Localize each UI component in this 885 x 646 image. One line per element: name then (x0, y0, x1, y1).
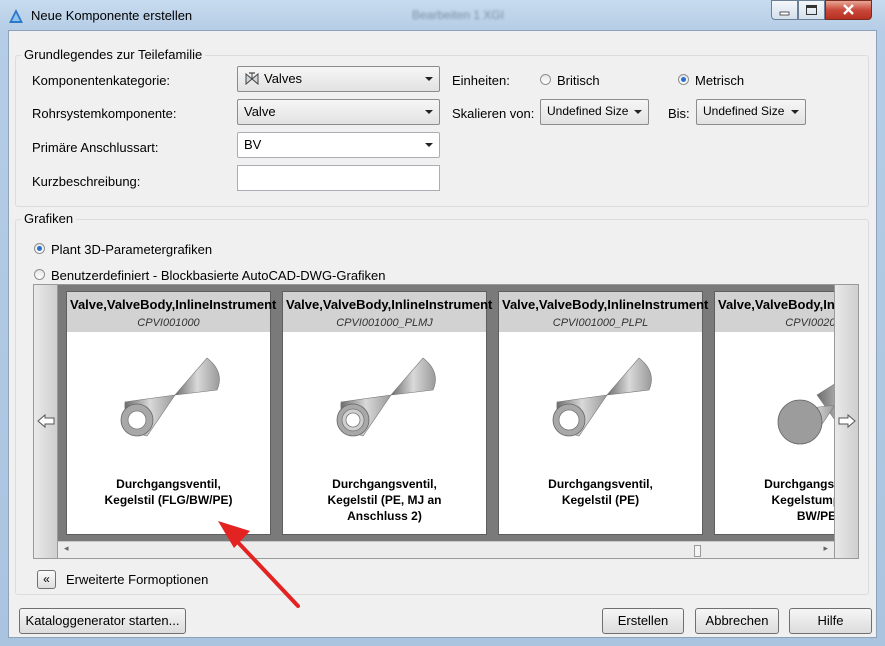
dialog-body: Grundlegendes zur Teilefamilie Komponent… (8, 30, 877, 638)
double-chevron-left-icon: « (43, 572, 50, 586)
card-desc-line: Durchgangsventil, (332, 477, 437, 491)
gallery-card[interactable]: Valve,ValveBody,InlineInstrument CPVI001… (66, 291, 276, 535)
title-bar[interactable]: Neue Komponente erstellen Bearbeiten 1 X… (0, 0, 885, 30)
gallery-card[interactable]: Valve,ValveBody,InlineInstrument CPVI001… (282, 291, 492, 535)
valve-3d-icon (552, 357, 652, 437)
piping-component-value: Valve (244, 104, 276, 119)
card-header: Valve,ValveBody,InlineInstrument CPVI001… (283, 292, 492, 332)
minimize-icon (779, 11, 790, 16)
valve-3d-icon (777, 384, 834, 445)
chevron-down-icon (425, 143, 433, 147)
cancel-button[interactable]: Abbrechen (695, 608, 779, 634)
gallery-track: Valve,ValveBody,InlineInstrument CPVI001… (58, 285, 834, 541)
valve-3d-icon (120, 357, 220, 437)
scroll-right-icon[interactable]: ▸ (823, 543, 828, 554)
app-icon (9, 9, 23, 23)
card-desc-line: Kegelstil (FLG/BW/PE) (104, 493, 233, 507)
category-value: Valves (264, 71, 303, 86)
gallery-scrollbar[interactable]: ◂ ▸ (58, 541, 834, 558)
create-button[interactable]: Erstellen (602, 608, 684, 634)
scroll-thumb[interactable] (694, 545, 701, 557)
card-description: Durchgangsventil, Kegelstumpfstil BW/PE (715, 476, 834, 524)
piping-component-dropdown[interactable]: Valve (237, 99, 440, 125)
card-title: Valve,ValveBody,InlineInstrument (286, 297, 493, 312)
card-title: Valve,ValveBody,InlineInstrument (502, 297, 709, 312)
british-label[interactable]: Britisch (557, 73, 600, 88)
dialog-window: Neue Komponente erstellen Bearbeiten 1 X… (0, 0, 885, 646)
custom-dwg-label[interactable]: Benutzerdefiniert - Blockbasierte AutoCA… (51, 268, 386, 283)
card-desc-line: Durchgangsventil, (764, 477, 834, 491)
card-desc-line: Kegelstil (PE, MJ an (327, 493, 442, 507)
card-header: Valve,ValveBody,InlineInstrument CPVI001… (67, 292, 276, 332)
card-title: Valve,ValveBody,InlineInstrument (70, 297, 277, 312)
card-code: CPVI001000_PLPL (552, 317, 649, 329)
gallery-prev-button[interactable] (34, 285, 58, 558)
help-button[interactable]: Hilfe (789, 608, 872, 634)
scale-from-label: Skalieren von: (452, 106, 535, 121)
chevron-down-icon (791, 110, 799, 114)
basics-group-title: Grundlegendes zur Teilefamilie (21, 47, 206, 62)
card-desc-line: BW/PE (796, 509, 834, 523)
window-title: Neue Komponente erstellen (31, 8, 193, 23)
gallery-next-button[interactable] (834, 285, 858, 558)
card-desc-line: Durchgangsventil, (116, 477, 221, 491)
gallery-card[interactable]: Valve,ValveBody,InlineInstrument CPVI002… (714, 291, 834, 535)
connection-value: BV (244, 137, 262, 152)
card-desc-line: Anschluss 2) (347, 509, 422, 523)
scroll-left-icon[interactable]: ◂ (64, 543, 69, 554)
advanced-options-label[interactable]: Erweiterte Formoptionen (66, 572, 208, 587)
scale-from-dropdown[interactable]: Undefined Size (540, 99, 649, 125)
close-icon (843, 4, 854, 15)
card-title: Valve,ValveBody,InlineInstrument (718, 297, 834, 312)
card-code: CPVI001000_PLMJ (336, 317, 433, 329)
chevron-down-icon (425, 110, 433, 114)
custom-dwg-radio[interactable] (34, 269, 45, 280)
scale-to-label: Bis: (668, 106, 690, 121)
maximize-button[interactable] (798, 0, 825, 20)
advanced-options-toggle[interactable]: « (37, 570, 56, 589)
scale-to-value: Undefined Size (703, 104, 785, 118)
piping-component-label: Rohrsystemkomponente: (32, 106, 177, 121)
minimize-button[interactable] (771, 0, 798, 20)
maximize-icon (806, 5, 817, 15)
card-header: Valve,ValveBody,InlineInstrument CPVI002… (715, 292, 834, 332)
graphics-gallery: Valve,ValveBody,InlineInstrument CPVI001… (33, 284, 859, 559)
short-desc-field[interactable] (237, 165, 440, 191)
background-window-title: Bearbeiten 1 XGI (412, 8, 505, 22)
scale-to-dropdown[interactable]: Undefined Size (696, 99, 806, 125)
category-label: Komponentenkategorie: (32, 73, 171, 88)
chevron-down-icon (425, 77, 433, 81)
plant3d-radio[interactable] (34, 243, 45, 254)
card-description: Durchgangsventil, Kegelstil (PE, MJ an A… (283, 476, 486, 524)
metric-radio[interactable] (678, 74, 689, 85)
catalog-generator-button[interactable]: Kataloggenerator starten... (19, 608, 186, 634)
card-desc-line: Kegelstumpfstil (771, 493, 834, 507)
chevron-down-icon (634, 110, 642, 114)
close-button[interactable] (825, 0, 872, 20)
british-radio[interactable] (540, 74, 551, 85)
graphics-group-title: Grafiken (21, 211, 77, 226)
valve-category-icon (245, 72, 259, 86)
valve-3d-icon (336, 357, 436, 437)
arrow-right-icon (838, 413, 856, 429)
scale-from-value: Undefined Size (547, 104, 629, 118)
card-desc-line: Durchgangsventil, (548, 477, 653, 491)
card-description: Durchgangsventil, Kegelstil (PE) (499, 476, 702, 508)
plant3d-label[interactable]: Plant 3D-Parametergrafiken (51, 242, 212, 257)
arrow-left-icon (37, 413, 55, 429)
card-header: Valve,ValveBody,InlineInstrument CPVI001… (499, 292, 708, 332)
connection-dropdown[interactable]: BV (237, 132, 440, 158)
short-desc-label: Kurzbeschreibung: (32, 174, 141, 189)
units-label: Einheiten: (452, 73, 510, 88)
metric-label[interactable]: Metrisch (695, 73, 744, 88)
category-dropdown[interactable]: Valves (237, 66, 440, 92)
gallery-card[interactable]: Valve,ValveBody,InlineInstrument CPVI001… (498, 291, 708, 535)
card-desc-line: Kegelstil (PE) (561, 493, 640, 507)
card-code: CPVI002000 (785, 317, 834, 329)
card-description: Durchgangsventil, Kegelstil (FLG/BW/PE) (67, 476, 270, 508)
connection-label: Primäre Anschlussart: (32, 140, 159, 155)
card-code: CPVI001000 (137, 317, 200, 329)
